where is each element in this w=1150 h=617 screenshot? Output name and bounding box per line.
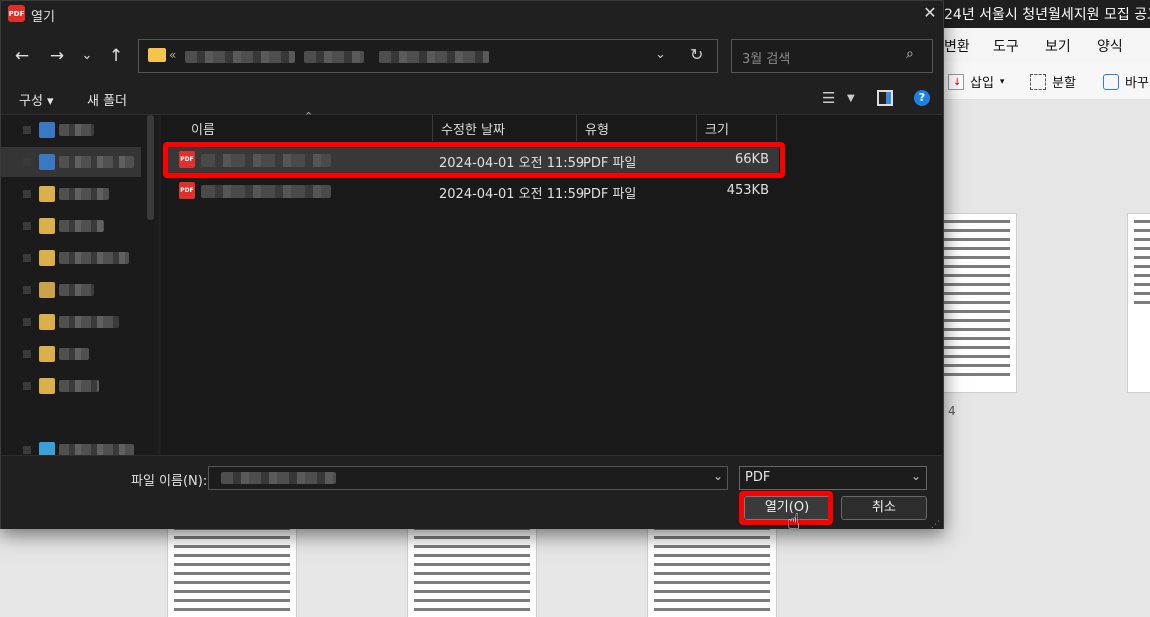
sidebar-item[interactable] [1,147,141,177]
breadcrumb-blurred[interactable] [304,51,364,63]
file-size: 66KB [735,152,769,167]
organize-menu[interactable]: 구성 ▾ [19,90,54,109]
filename-input[interactable]: ⌄ [208,466,728,490]
column-header-modified[interactable]: 수정한 날짜 [433,115,577,141]
path-chevron-icon[interactable]: « [169,48,176,62]
menu-convert[interactable]: 변환 [944,36,970,56]
toolbar-replace-label: 바꾸 [1125,76,1149,91]
file-type: PDF 파일 [583,156,637,171]
toolbar-insert[interactable]: ↓ 삽입 ▾ [948,72,1004,91]
filename-blurred [221,472,336,484]
folder-icon [39,250,55,266]
file-row[interactable]: PDF 2024-04-01 오전 11:59 PDF 파일 453KB [165,178,779,204]
pdf-app-icon: PDF [8,5,25,22]
refresh-icon[interactable]: ↻ [690,45,703,64]
split-icon [1030,73,1046,90]
search-input[interactable]: 3월 검색 [742,48,790,67]
sidebar-item[interactable] [1,371,141,401]
file-type: PDF 파일 [583,187,637,202]
sidebar-item[interactable] [1,435,141,455]
folder-icon [39,282,55,298]
recent-locations-icon[interactable]: ⌄ [76,45,98,67]
app-title: 24년 서울시 청년월세지원 모집 공고문 [944,7,1150,23]
toolbar-split-label: 분할 [1052,76,1076,91]
dialog-titlebar: PDF 열기 ✕ [1,1,943,27]
file-modified: 2024-04-01 오전 11:59 [439,156,585,171]
toolbar-split[interactable]: 분할 [1030,72,1076,91]
new-folder-button[interactable]: 새 폴더 [87,90,127,109]
menu-form[interactable]: 양식 [1097,36,1123,56]
sidebar-item[interactable] [1,307,141,337]
file-name-blurred [201,154,331,167]
pdf-file-icon: PDF [179,182,195,199]
chevron-down-icon[interactable]: ⌄ [713,469,723,483]
chevron-down-icon[interactable]: ⌄ [911,469,921,483]
page-thumbnail[interactable] [647,520,777,617]
folder-icon [148,48,166,62]
page-thumbnail[interactable] [407,520,537,617]
file-row[interactable]: PDF 2024-04-01 오전 11:59 PDF 파일 66KB [165,147,779,173]
toolbar-insert-label: 삽입 [970,76,994,91]
column-header-size[interactable]: 크기 [697,115,777,141]
folder-icon [39,346,55,362]
folder-icon [39,378,55,394]
drive-icon [39,122,55,138]
address-bar[interactable]: « ⌄ ↻ [138,39,718,73]
command-bar: 구성 ▾ 새 폴더 ☰ ▼ ? [1,81,943,115]
sidebar-item[interactable] [1,115,141,145]
up-arrow-icon[interactable]: ↑ [105,45,127,67]
file-list: ⌃ 이름 수정한 날짜 유형 크기 PDF 2024-04-01 오전 11:5… [161,110,943,455]
sidebar-scrollbar[interactable] [147,115,154,220]
folder-icon [39,218,55,234]
forward-arrow-icon[interactable]: → [46,45,68,67]
sidebar-item[interactable] [1,243,141,273]
dialog-footer: 파일 이름(N): ⌄ PDF ⌄ 열기(O) 취소 ⋰ [1,455,943,530]
sidebar-item[interactable] [1,179,141,209]
chevron-down-icon[interactable]: ⌄ [655,47,666,62]
folder-icon [39,186,55,202]
chevron-down-icon[interactable]: ▼ [847,93,855,104]
file-modified: 2024-04-01 오전 11:59 [439,187,585,202]
file-size: 453KB [726,183,769,198]
folder-icon [39,314,55,330]
preview-pane-icon[interactable] [877,90,893,106]
sidebar-item[interactable] [1,275,141,305]
page-thumbnail[interactable] [937,213,1017,393]
column-header-name[interactable]: 이름 [183,115,433,141]
hand-cursor-icon: ☝ [787,510,801,535]
file-type-value: PDF [745,470,771,485]
navigation-bar: ← → ⌄ ↑ « ⌄ ↻ 3월 검색 ⌕ [1,31,943,81]
resize-grip-icon[interactable]: ⋰ [931,520,940,530]
toolbar-replace[interactable]: 바꾸 [1103,72,1149,91]
breadcrumb-blurred[interactable] [379,51,489,63]
breadcrumb-blurred[interactable] [185,51,295,63]
menu-view[interactable]: 보기 [1045,36,1071,56]
replace-icon [1103,73,1119,90]
file-name-blurred [201,185,331,198]
open-file-dialog: PDF 열기 ✕ ← → ⌄ ↑ « ⌄ ↻ 3월 검색 ⌕ 구성 ▾ 새 폴더… [0,0,944,530]
page-thumbnail[interactable] [167,520,297,617]
network-icon [39,442,55,455]
back-arrow-icon[interactable]: ← [11,45,33,67]
page-number: 4 [948,404,956,418]
menu-tools[interactable]: 도구 [993,36,1019,56]
file-type-select[interactable]: PDF ⌄ [739,466,927,490]
page-thumbnail[interactable] [1127,213,1150,393]
view-options-icon[interactable]: ☰ [822,89,835,107]
navigation-pane [1,115,158,455]
drive-icon [39,154,55,170]
search-icon[interactable]: ⌕ [906,46,914,62]
filename-label: 파일 이름(N): [131,474,208,489]
sidebar-item[interactable] [1,339,141,369]
cancel-button[interactable]: 취소 [841,496,927,520]
pdf-file-icon: PDF [179,151,195,168]
close-icon[interactable]: ✕ [919,2,941,24]
insert-page-icon: ↓ [948,73,964,90]
sidebar-item[interactable] [1,211,141,241]
search-box[interactable]: 3월 검색 ⌕ [731,39,933,73]
column-header-type[interactable]: 유형 [577,115,697,141]
help-icon[interactable]: ? [914,90,930,106]
dialog-title: 열기 [31,10,55,25]
